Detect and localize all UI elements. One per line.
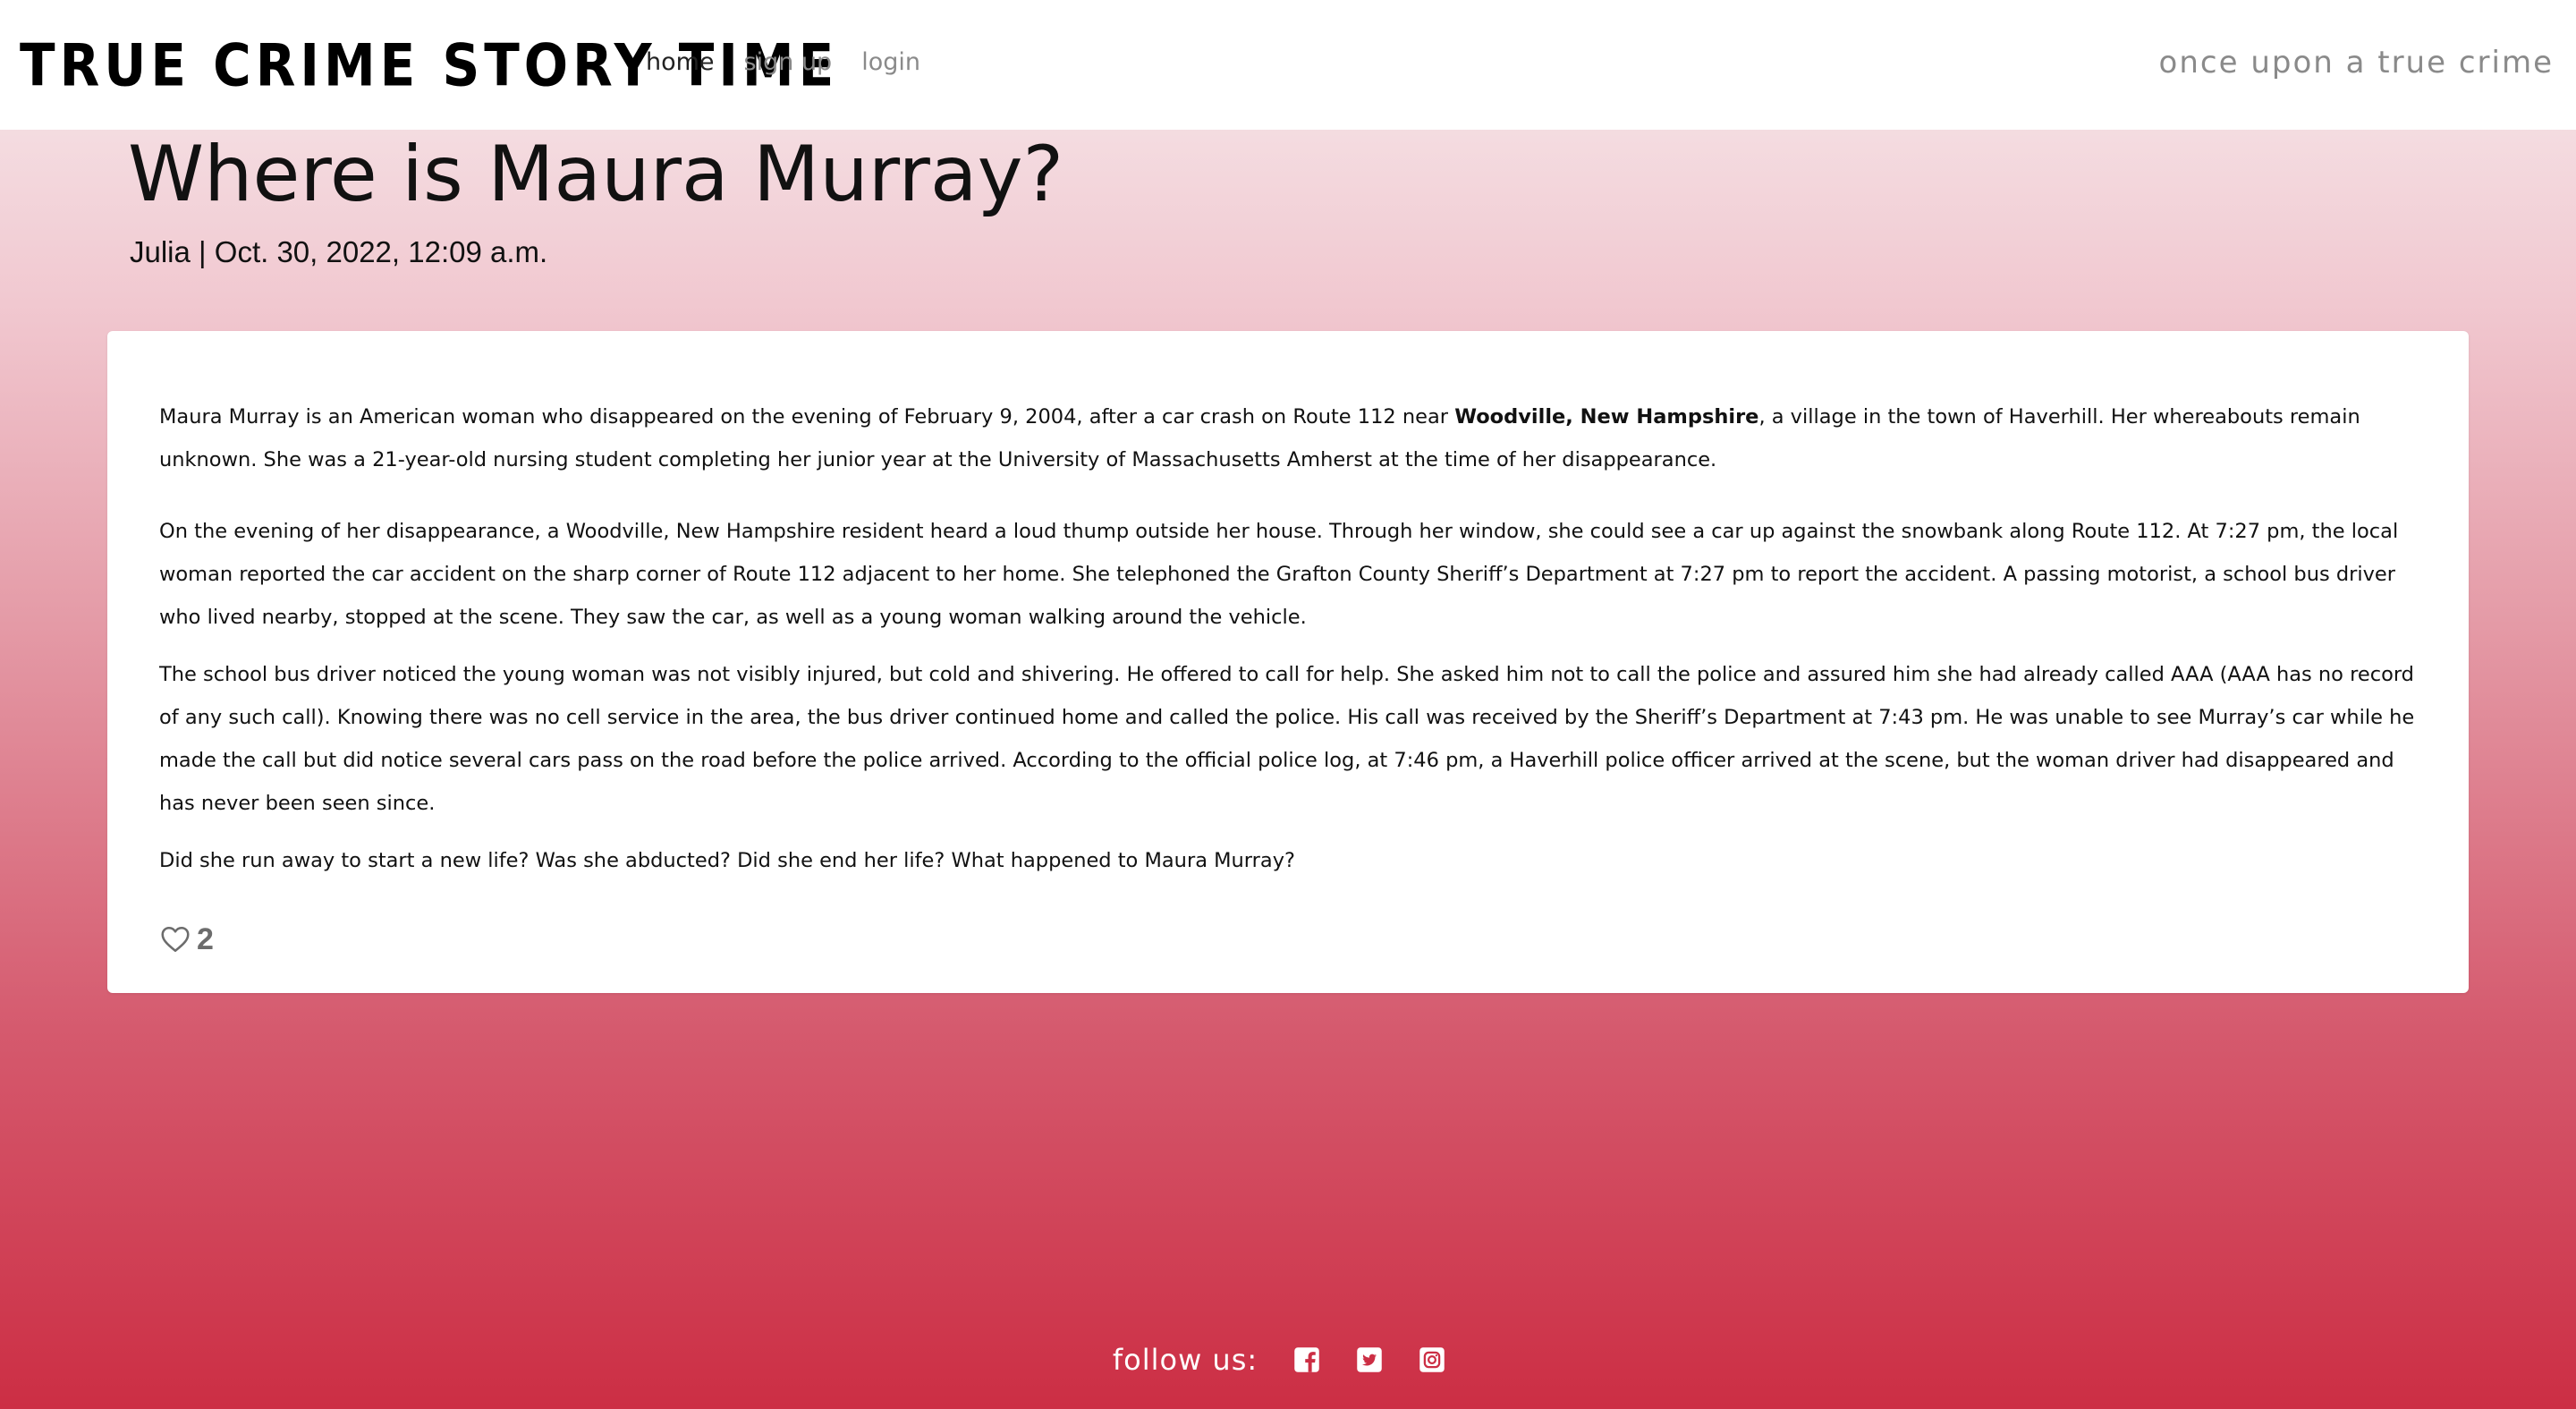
post-paragraph-2: On the evening of her disappearance, a W…	[159, 520, 2399, 629]
nav-login-link[interactable]: login	[861, 45, 920, 81]
instagram-icon[interactable]	[1419, 1346, 1445, 1373]
location-link[interactable]: Woodville, New Hampshire	[1454, 405, 1758, 429]
heart-outline-icon	[159, 923, 191, 955]
nav-links: home sign up login	[646, 45, 920, 81]
follow-us-label: follow us:	[1112, 1343, 1258, 1377]
footer: follow us:	[0, 1333, 2576, 1387]
post-meta: Julia | Oct. 30, 2022, 12:09 a.m.	[130, 235, 548, 268]
site-tagline: once upon a true crime	[2158, 45, 2554, 81]
post-paragraph-3: The school bus driver noticed the young …	[159, 663, 2415, 815]
post-title: Where is Maura Murray?	[128, 130, 1064, 219]
post-paragraph-1-start: Maura Murray is an American woman who di…	[159, 405, 1455, 429]
twitter-icon[interactable]	[1356, 1346, 1383, 1373]
like-button[interactable]: 2	[159, 921, 214, 957]
post-paragraph-4: Did she run away to start a new life? Wa…	[159, 849, 1295, 872]
post-card: Maura Murray is an American woman who di…	[107, 331, 2469, 993]
like-count: 2	[197, 922, 214, 956]
facebook-icon[interactable]	[1293, 1346, 1320, 1373]
top-navbar: TRUE CRIME STORY TIME home sign up login…	[0, 0, 2576, 130]
nav-home-link[interactable]: home	[646, 45, 715, 81]
nav-signup-link[interactable]: sign up	[744, 45, 833, 81]
post-paragraph-1: Maura Murray is an American woman who di…	[159, 395, 2419, 481]
